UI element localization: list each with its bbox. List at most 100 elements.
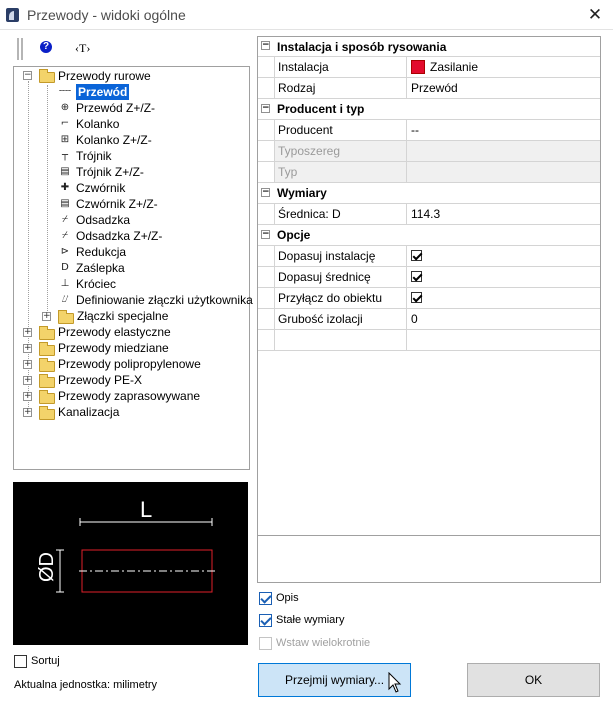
- pipe-preview-drawing: L ØD: [36, 497, 216, 593]
- property-row[interactable]: Dopasuj średnicę: [258, 267, 600, 288]
- collapse-icon[interactable]: −: [261, 230, 270, 239]
- opis-checkbox[interactable]: [259, 592, 272, 605]
- toolbar-grip: [21, 38, 23, 60]
- tee-icon: ┬: [61, 150, 69, 161]
- property-row[interactable]: Przyłącz do obiektu: [258, 288, 600, 309]
- expand-icon[interactable]: +: [23, 328, 32, 337]
- sortuj-label: Sortuj: [31, 655, 60, 667]
- property-label: Grubość izolacji: [274, 309, 407, 329]
- stale-wymiary-checkbox[interactable]: [259, 614, 272, 627]
- cross-icon: ✚: [60, 182, 70, 193]
- property-label: Dopasuj instalację: [274, 246, 407, 266]
- property-value[interactable]: --: [407, 120, 600, 140]
- color-swatch: [411, 59, 425, 74]
- checkbox-przylacz[interactable]: [411, 292, 422, 304]
- tree-item-przewod[interactable]: Przewód: [76, 84, 130, 100]
- property-value: [407, 330, 600, 350]
- property-row[interactable]: Instalacja Zasilanie: [258, 57, 600, 78]
- ok-button[interactable]: OK: [467, 663, 600, 697]
- property-label: Rodzaj: [274, 78, 407, 98]
- tree-item-przewody-miedziane[interactable]: Przewody miedziane: [58, 340, 169, 356]
- property-label: [274, 330, 407, 350]
- property-label: Instalacja: [274, 57, 407, 77]
- tree-item-odsadzka[interactable]: Odsadzka: [76, 212, 130, 228]
- collapse-icon[interactable]: −: [261, 188, 270, 197]
- title-bar: Przewody - widoki ogólne ✕: [0, 0, 613, 30]
- folder-icon: [39, 326, 55, 340]
- tree-item-przewody-rurowe[interactable]: Przewody rurowe: [58, 68, 151, 84]
- tree-item-trojnik[interactable]: Trójnik: [76, 148, 112, 164]
- tree-item-kanalizacja[interactable]: Kanalizacja: [58, 404, 119, 420]
- help-icon[interactable]: ?: [40, 41, 52, 53]
- text-format-icon[interactable]: ‹T›: [75, 41, 90, 56]
- property-grid[interactable]: − Instalacja i sposób rysowania Instalac…: [257, 36, 601, 536]
- elbow-icon: ⌐: [60, 118, 70, 129]
- window-title: Przewody - widoki ogólne: [27, 7, 186, 23]
- stub-icon: ⊥: [60, 278, 70, 289]
- collapse-icon[interactable]: −: [261, 41, 270, 50]
- category-title: Instalacja i sposób rysowania: [277, 40, 447, 54]
- description-panel: [257, 536, 601, 583]
- folder-icon: [39, 374, 55, 388]
- property-row[interactable]: Dopasuj instalację: [258, 246, 600, 267]
- expand-icon[interactable]: +: [23, 376, 32, 385]
- collapse-icon[interactable]: −: [23, 71, 32, 80]
- folder-open-icon: [39, 69, 55, 83]
- toolbar-grip: [17, 38, 19, 60]
- tree-item-kolanko-z[interactable]: Kolanko Z+/Z-: [76, 132, 152, 148]
- checkbox-dopasuj-instalacje[interactable]: [411, 250, 422, 262]
- close-button[interactable]: ✕: [586, 6, 604, 24]
- property-value: [407, 162, 600, 182]
- expand-icon[interactable]: +: [23, 360, 32, 369]
- cap-icon: D: [61, 262, 69, 273]
- expand-icon[interactable]: +: [23, 392, 32, 401]
- tree-item-zaslepka[interactable]: Zaślepka: [76, 260, 125, 276]
- folder-icon: [58, 310, 74, 324]
- category-tree[interactable]: − Przewody rurowe ┄┄ Przewód ⊕ Przewód Z…: [13, 66, 253, 470]
- sortuj-checkbox[interactable]: [14, 655, 27, 668]
- tree-item-zlaczki-specjalne[interactable]: Złączki specjalne: [77, 308, 168, 324]
- tree-item-przewody-pex[interactable]: Przewody PE-X: [58, 372, 142, 388]
- insulation-value[interactable]: 0: [407, 309, 600, 329]
- tree-item-czwornik[interactable]: Czwórnik: [76, 180, 125, 196]
- tree-item-kolanko[interactable]: Kolanko: [76, 116, 119, 132]
- pipe-z-icon: ⊕: [60, 102, 70, 113]
- property-value[interactable]: [407, 246, 600, 266]
- expand-icon[interactable]: +: [23, 408, 32, 417]
- tree-item-czwornik-z[interactable]: Czwórnik Z+/Z-: [76, 196, 158, 212]
- property-row[interactable]: Producent --: [258, 120, 600, 141]
- property-row: [258, 330, 600, 351]
- wstaw-wielokrotnie-label: Wstaw wielokrotnie: [276, 637, 371, 649]
- tree-item-przewody-polipropylenowe[interactable]: Przewody polipropylenowe: [58, 356, 201, 372]
- property-value[interactable]: Zasilanie: [407, 57, 600, 77]
- tree-item-trojnik-z[interactable]: Trójnik Z+/Z-: [76, 164, 144, 180]
- tree-item-krociec[interactable]: Króciec: [76, 276, 116, 292]
- tree-item-redukcja[interactable]: Redukcja: [76, 244, 126, 260]
- tree-item-przewody-zaprasowywane[interactable]: Przewody zaprasowywane: [58, 388, 200, 404]
- category-title: Wymiary: [277, 186, 327, 200]
- property-row[interactable]: Grubość izolacji 0: [258, 309, 600, 330]
- checkbox-dopasuj-srednice[interactable]: [411, 271, 422, 283]
- tree-item-odsadzka-z[interactable]: Odsadzka Z+/Z-: [76, 228, 162, 244]
- pipe-preview: L ØD: [13, 482, 248, 645]
- pipe-icon: ┄┄: [58, 86, 72, 97]
- elbow-z-icon: ⊞: [60, 134, 70, 145]
- property-row[interactable]: Rodzaj Przewód: [258, 78, 600, 99]
- property-value[interactable]: [407, 288, 600, 308]
- category-title: Opcje: [277, 228, 311, 242]
- tree-item-przewody-elastyczne[interactable]: Przewody elastyczne: [58, 324, 171, 340]
- folder-icon: [39, 390, 55, 404]
- property-label: Przyłącz do obiektu: [274, 288, 407, 308]
- expand-icon[interactable]: +: [42, 312, 51, 321]
- property-value[interactable]: Przewód: [407, 78, 600, 98]
- folder-icon: [39, 358, 55, 372]
- category-title: Producent i typ: [277, 102, 365, 116]
- property-value[interactable]: [407, 267, 600, 287]
- tree-item-definiowanie[interactable]: Definiowanie złączki użytkownika: [76, 292, 253, 308]
- diameter-value[interactable]: 114.3: [407, 204, 600, 224]
- tree-item-przewod-z[interactable]: Przewód Z+/Z-: [76, 100, 155, 116]
- property-row[interactable]: Średnica: D 114.3: [258, 204, 600, 225]
- collapse-icon[interactable]: −: [261, 104, 270, 113]
- tree-guide-line: [47, 85, 48, 317]
- expand-icon[interactable]: +: [23, 344, 32, 353]
